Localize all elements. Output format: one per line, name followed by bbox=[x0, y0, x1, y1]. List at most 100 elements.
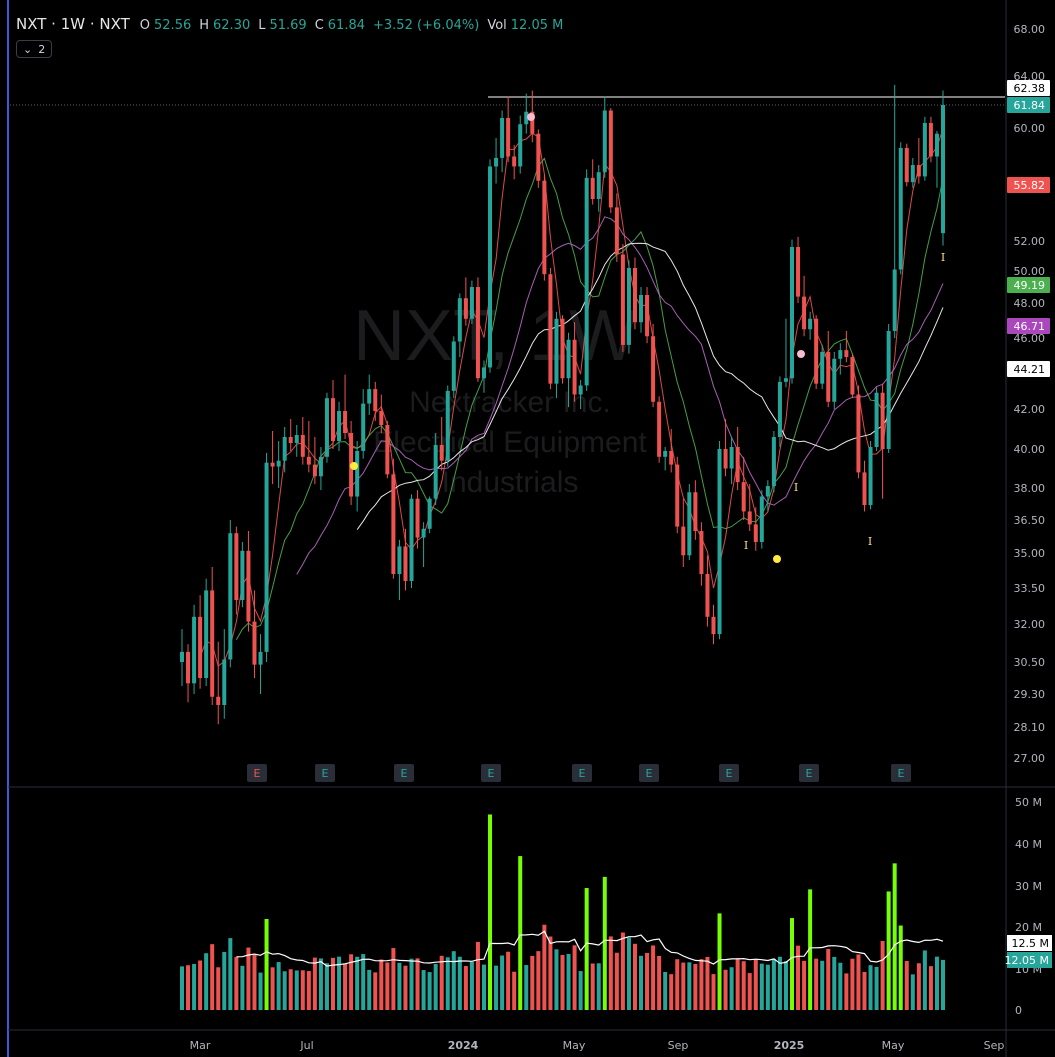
time-tick: 2024 bbox=[448, 1039, 479, 1052]
candle-body bbox=[324, 398, 329, 457]
price-chart[interactable]: NXT, 1WNextracker Inc.Electrical Equipme… bbox=[0, 0, 1055, 1057]
volume-bar bbox=[536, 951, 541, 1010]
volume-bar bbox=[681, 962, 686, 1010]
candle-body bbox=[306, 456, 311, 465]
volume-bar bbox=[711, 974, 716, 1010]
candle-body bbox=[542, 180, 547, 275]
volume-bar bbox=[941, 959, 945, 1010]
candle-body bbox=[645, 295, 650, 337]
candle-body bbox=[560, 318, 565, 379]
candle-body bbox=[675, 464, 680, 527]
candle-body bbox=[934, 133, 939, 157]
volume-bar bbox=[270, 967, 275, 1010]
candle-body bbox=[838, 350, 843, 359]
price-tick: 38.00 bbox=[1014, 482, 1046, 495]
symbol-header: NXT · 1W · NXT O 52.56 H 62.30 L 51.69 C… bbox=[16, 15, 567, 33]
candle-body bbox=[572, 339, 577, 395]
candle-body bbox=[880, 392, 885, 449]
volume-bar bbox=[391, 948, 396, 1010]
volume-label: 12.05 M bbox=[1005, 952, 1052, 968]
candle-body bbox=[439, 445, 444, 461]
volume-bar bbox=[500, 955, 505, 1010]
candle-body bbox=[687, 492, 692, 556]
candle-body bbox=[469, 287, 474, 319]
earnings-marker[interactable]: E bbox=[572, 764, 592, 782]
candle-body bbox=[578, 385, 583, 395]
volume-bar bbox=[904, 961, 909, 1010]
volume-bar bbox=[306, 971, 311, 1010]
time-tick: Mar bbox=[190, 1039, 211, 1052]
candle-body bbox=[222, 659, 227, 705]
volume-bar bbox=[186, 965, 191, 1010]
volume-bar bbox=[608, 936, 613, 1010]
yellow-marker bbox=[773, 555, 781, 563]
volume-value: 12.05 M bbox=[510, 18, 564, 33]
candle-body bbox=[385, 425, 390, 475]
earnings-marker[interactable]: E bbox=[639, 764, 659, 782]
volume-bar bbox=[747, 973, 752, 1010]
candle-body bbox=[457, 298, 462, 342]
close-label: C bbox=[314, 18, 324, 33]
candle-body bbox=[318, 456, 323, 477]
volume-bar bbox=[234, 957, 239, 1010]
volume-bar bbox=[777, 956, 782, 1010]
candle-body bbox=[832, 358, 837, 402]
watermark-sector: Electrical Equipment bbox=[373, 426, 647, 459]
volume-bar bbox=[276, 962, 281, 1010]
price-tick: 28.10 bbox=[1014, 721, 1046, 734]
price-label: 61.84 bbox=[1007, 97, 1050, 113]
candle-body bbox=[904, 147, 909, 183]
candle-body bbox=[186, 651, 191, 684]
candle-body bbox=[874, 392, 879, 447]
earnings-marker[interactable]: E bbox=[315, 764, 335, 782]
volume-bar bbox=[753, 959, 758, 1010]
volume-bar bbox=[451, 951, 456, 1010]
candle-body bbox=[723, 449, 728, 469]
volume-bars bbox=[180, 814, 945, 1010]
volume-bar bbox=[421, 970, 426, 1010]
volume-bar bbox=[192, 963, 197, 1010]
time-tick: May bbox=[563, 1039, 586, 1052]
candle-body bbox=[264, 462, 269, 652]
volume-bar bbox=[705, 956, 710, 1010]
earnings-marker[interactable]: E bbox=[481, 764, 501, 782]
candle-body bbox=[717, 449, 722, 635]
volume-bar bbox=[312, 957, 317, 1010]
earnings-marker[interactable]: E bbox=[394, 764, 414, 782]
low-value: 51.69 bbox=[269, 18, 307, 33]
symbol-line[interactable]: NXT · 1W · NXT bbox=[16, 15, 130, 33]
earnings-marker[interactable]: E bbox=[891, 764, 911, 782]
candle-body bbox=[699, 531, 704, 574]
candle-body bbox=[198, 616, 203, 678]
volume-bar bbox=[838, 962, 843, 1010]
candle-body bbox=[820, 351, 825, 384]
volume-bar bbox=[512, 971, 517, 1010]
volume-bar bbox=[922, 950, 927, 1010]
volume-bar bbox=[288, 969, 293, 1010]
candle-body bbox=[663, 450, 668, 457]
candle-body bbox=[669, 450, 674, 465]
volume-bar bbox=[457, 956, 462, 1010]
indicator-toggle-button[interactable]: ⌄ 2 bbox=[16, 40, 53, 58]
earnings-marker[interactable]: E bbox=[247, 764, 267, 782]
candle-body bbox=[228, 533, 233, 660]
price-label-text: 46.71 bbox=[1014, 320, 1046, 333]
price-tick: 36.50 bbox=[1014, 514, 1046, 527]
candle-body bbox=[759, 496, 764, 542]
chart-screen: NXT, 1W Nextracker Inc. Electrical Equipme… bbox=[0, 0, 1055, 1057]
earnings-marker[interactable]: E bbox=[799, 764, 819, 782]
volume-bar bbox=[796, 945, 801, 1010]
time-axis: Mar Jul 2024 May Sep 2025 May Sep bbox=[190, 1039, 1005, 1052]
earnings-marker[interactable]: E bbox=[719, 764, 739, 782]
volume-label-text: 12.05 M bbox=[1005, 954, 1049, 967]
volume-bar bbox=[560, 954, 565, 1010]
volume-bar bbox=[554, 949, 559, 1010]
open-value: 52.56 bbox=[154, 18, 192, 33]
candle-body bbox=[777, 381, 782, 437]
candle-body bbox=[814, 318, 819, 384]
price-tick: 68.00 bbox=[1014, 23, 1046, 36]
candle-body bbox=[391, 474, 396, 574]
volume-bar bbox=[693, 964, 698, 1010]
volume-bar bbox=[445, 957, 450, 1010]
candle-body bbox=[886, 331, 891, 449]
